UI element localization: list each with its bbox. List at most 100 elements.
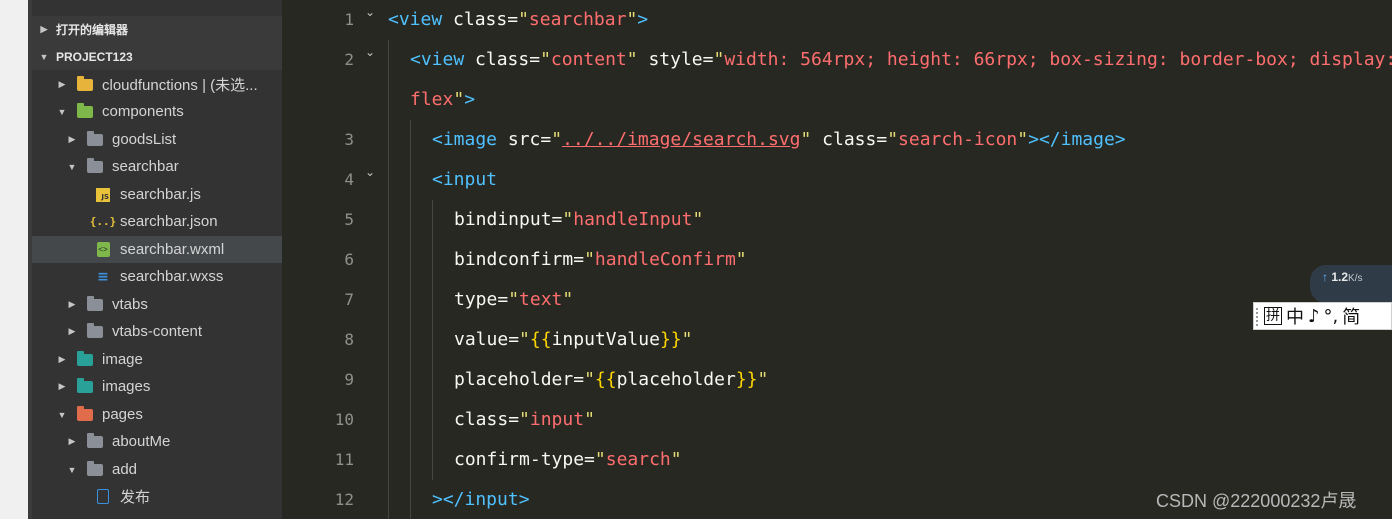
code-token: "	[540, 49, 551, 70]
section-open-editors[interactable]: ▶ 打开的编辑器	[32, 16, 282, 43]
chevron-right-icon: ▶	[40, 24, 48, 34]
code-line[interactable]: <view class="content" style="width: 564r…	[410, 40, 1392, 80]
code-token: >	[637, 9, 649, 30]
tree-item-add[interactable]: ▼ add	[32, 456, 282, 483]
code-token: "	[626, 49, 638, 70]
folder-icon	[86, 432, 104, 450]
code-token: search	[605, 449, 671, 470]
folder-image-icon	[76, 350, 94, 368]
wxss-file-icon: ≡	[97, 268, 109, 285]
tree-item-cloudfunctions[interactable]: ▶ cloudfunctions | (未选...	[32, 71, 282, 98]
code-line[interactable]: bindinput="handleInput"	[454, 200, 703, 240]
code-token: =	[551, 209, 563, 230]
code-token: handleConfirm	[594, 249, 736, 270]
tree-item-searchbar[interactable]: ▼ searchbar	[32, 153, 282, 180]
code-line[interactable]: flex">	[410, 80, 475, 120]
section-label: PROJECT123	[56, 49, 133, 64]
json-file-icon: {..}	[89, 215, 117, 228]
code-token: "	[518, 9, 529, 30]
code-token: =	[573, 369, 585, 390]
code-token: input	[529, 409, 585, 430]
left-window-edge	[0, 0, 28, 519]
code-token: "	[562, 289, 574, 310]
code-line[interactable]: <view class="searchbar">	[388, 0, 648, 40]
code-token: =	[573, 249, 585, 270]
code-token: placeholder	[616, 369, 736, 390]
code-token: }}	[659, 329, 682, 350]
code-token: width: 564rpx; height: 66rpx; box-sizing…	[724, 49, 1392, 70]
drag-handle-icon[interactable]	[1256, 308, 1259, 326]
code-token: value	[454, 329, 509, 350]
code-token: bindinput	[454, 209, 552, 230]
code-token: class	[475, 49, 530, 70]
chevron-down-icon: ▼	[67, 161, 77, 172]
code-token: "	[1017, 129, 1029, 150]
tree-item-searchbar-json[interactable]: {..} searchbar.json	[32, 208, 282, 235]
tree-item-label: goodsList	[112, 131, 177, 148]
tree-item-components[interactable]: ▼ components	[32, 98, 282, 125]
tree-item-searchbar-js[interactable]: JS searchbar.js	[32, 181, 282, 208]
tree-item-goodslist[interactable]: ▶ goodsList	[32, 126, 282, 153]
code-token: inputValue	[551, 329, 660, 350]
tree-item-publish[interactable]: 发布	[32, 483, 282, 510]
tree-item-pages[interactable]: ▼ pages	[32, 401, 282, 428]
tree-item-image[interactable]: ▶ image	[32, 346, 282, 373]
code-editor[interactable]: 1 2 3 4 5 6 7 8 9 10 11 12 ⌄ ⌄ ⌄ <view c…	[282, 0, 1392, 519]
code-token: "	[692, 209, 704, 230]
code-token: flex	[410, 89, 454, 110]
code-token: type	[454, 289, 498, 310]
tree-item-label: cloudfunctions | (未选...	[102, 77, 258, 94]
code-token: searchbar	[528, 9, 627, 30]
tree-item-label: image	[102, 351, 143, 368]
code-line[interactable]: confirm-type="search"	[454, 440, 682, 480]
tree-item-label: vtabs-content	[112, 323, 203, 340]
tree-item-vtabs-content[interactable]: ▶ vtabs-content	[32, 318, 282, 345]
code-token: handleInput	[573, 209, 693, 230]
code-line[interactable]: type="text"	[454, 280, 573, 320]
tree-item-label: searchbar.wxss	[120, 268, 224, 285]
upload-arrow-icon: ↑	[1322, 270, 1328, 284]
code-token: placeholder	[454, 369, 574, 390]
file-explorer-sidebar: ▶ 打开的编辑器 ▼ PROJECT123 ▶ cloudfunctions |…	[32, 0, 282, 519]
tree-item-images[interactable]: ▶ images	[32, 373, 282, 400]
network-speed-widget: ↑ 1.2K/s	[1310, 265, 1392, 303]
chevron-down-icon: ▼	[57, 106, 67, 117]
chevron-down-icon: ▼	[39, 51, 49, 62]
code-area[interactable]: <view class="searchbar"> <view class="con…	[282, 0, 1392, 519]
tree-item-vtabs[interactable]: ▶ vtabs	[32, 291, 282, 318]
folder-cloud-icon	[76, 75, 94, 93]
code-line[interactable]: ></input>	[432, 480, 530, 519]
code-line[interactable]: <input	[432, 160, 497, 200]
chevron-right-icon: ▶	[68, 299, 76, 309]
code-line[interactable]: bindconfirm="handleConfirm"	[454, 240, 747, 280]
code-token: "	[551, 129, 563, 150]
tree-item-label: aboutMe	[112, 433, 171, 450]
upload-speed-value: 1.2	[1331, 270, 1349, 284]
ime-halfwidth-button[interactable]: ♪	[1308, 306, 1320, 327]
code-line[interactable]: placeholder="{{placeholder}}"	[454, 360, 768, 400]
code-token: =	[876, 129, 888, 150]
ime-punctuation-button[interactable]: °,	[1324, 306, 1339, 327]
code-token: search-icon	[898, 129, 1018, 150]
ime-toolbar[interactable]: 拼 中 ♪ °, 简	[1253, 302, 1392, 330]
code-line[interactable]: <image src="../../image/search.svg" clas…	[432, 120, 1126, 160]
ime-simplified-button[interactable]: 简	[1342, 303, 1360, 329]
tree-item-searchbar-wxml[interactable]: <> searchbar.wxml	[32, 236, 282, 263]
code-token: "	[757, 369, 769, 390]
ime-chinese-mode-button[interactable]: 中	[1286, 303, 1304, 329]
code-line[interactable]: class="input"	[454, 400, 595, 440]
upload-speed-unit: K/s	[1348, 273, 1363, 284]
code-line[interactable]: value="{{inputValue}}"	[454, 320, 692, 360]
folder-components-icon	[76, 102, 94, 120]
tree-item-searchbar-wxss[interactable]: ≡ searchbar.wxss	[32, 263, 282, 290]
section-project[interactable]: ▼ PROJECT123	[32, 43, 282, 70]
code-token: "	[584, 369, 595, 390]
code-token: bindconfirm	[454, 249, 574, 270]
folder-open-icon	[86, 157, 104, 175]
ime-pinyin-button[interactable]: 拼	[1264, 307, 1282, 325]
code-token: "	[800, 129, 812, 150]
upload-speed: ↑ 1.2K/s	[1322, 270, 1362, 284]
code-token: class	[811, 129, 877, 150]
tree-item-aboutme[interactable]: ▶ aboutMe	[32, 428, 282, 455]
code-token: =	[529, 49, 541, 70]
